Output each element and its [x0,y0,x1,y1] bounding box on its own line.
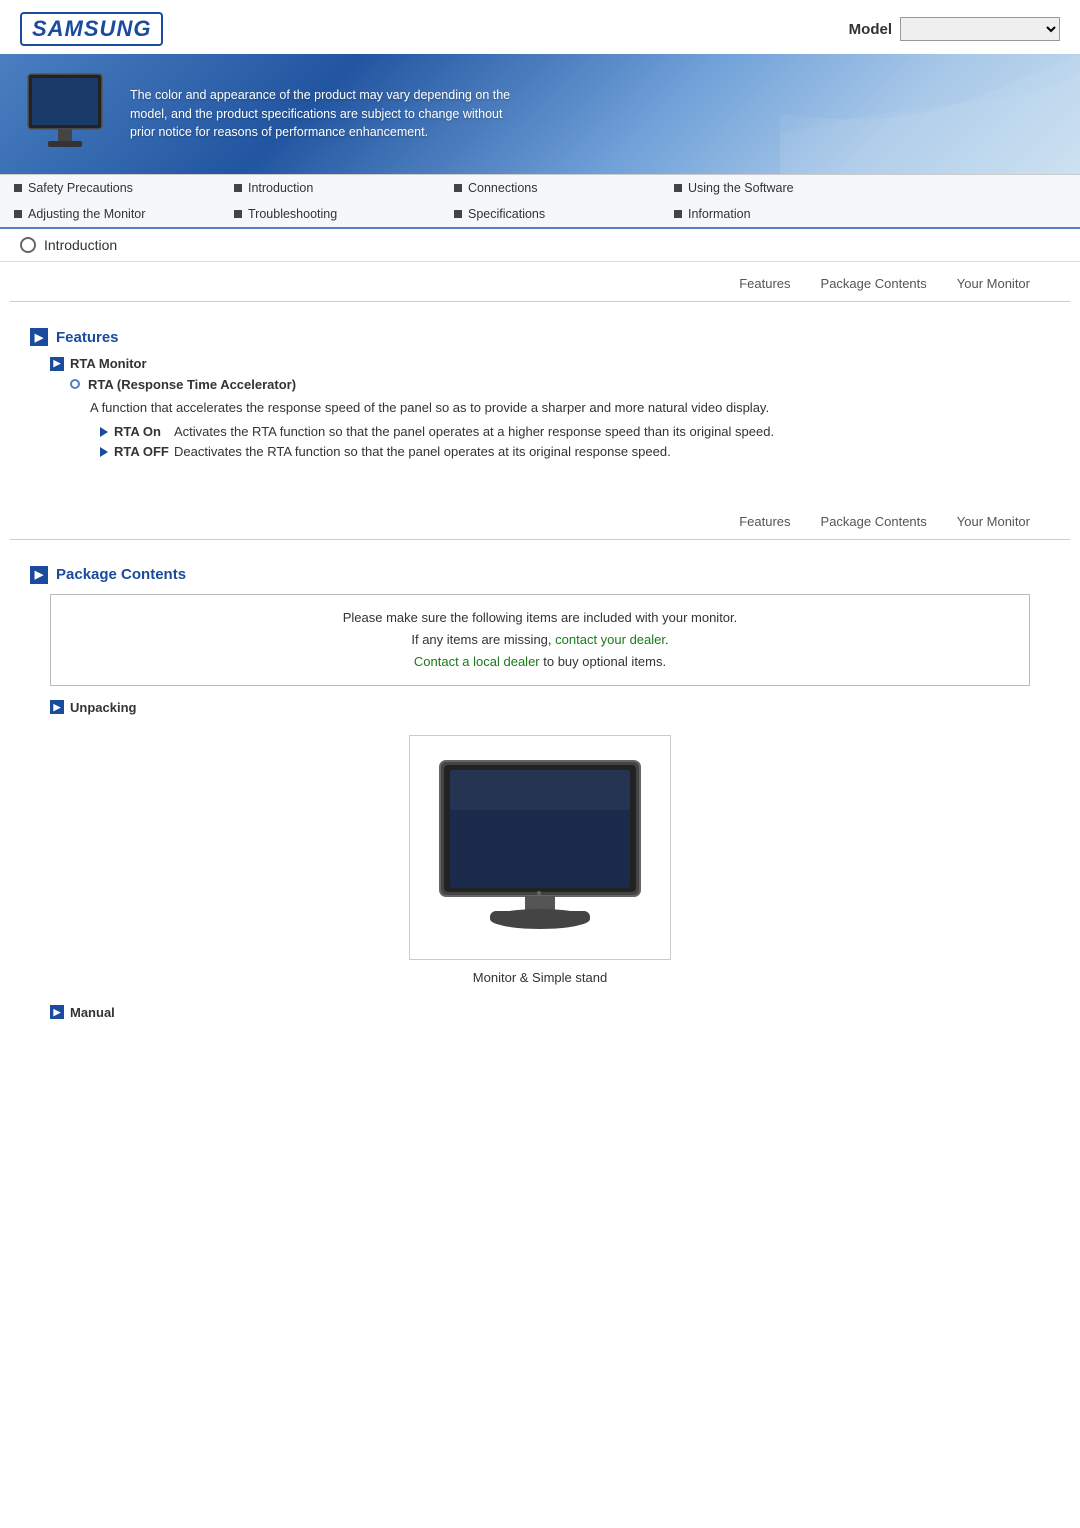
nav-bullet-icon [14,210,22,218]
info-line2-prefix: If any items are missing, [411,632,555,647]
logo-text: SAMSUNG [20,12,163,46]
nav-specifications[interactable]: Specifications [450,205,670,223]
manual-icon: ▶ [50,1005,64,1019]
nav-information-label: Information [688,207,751,221]
banner-text: The color and appearance of the product … [130,86,530,142]
features-section-icon: ▶ [30,328,48,346]
nav-introduction-label: Introduction [248,181,313,195]
nav-introduction[interactable]: Introduction [230,179,450,197]
breadcrumb: Introduction [0,229,1080,262]
rta-on-desc: Activates the RTA function so that the p… [174,424,774,439]
nav-specifications-label: Specifications [468,207,545,221]
breadcrumb-icon [20,237,36,253]
package-contents-content: ▶ Package Contents Please make sure the … [0,540,1080,1036]
rta-bullet-dot [70,379,80,389]
nav-connections-label: Connections [468,181,538,195]
package-contents-link-bottom[interactable]: Package Contents [821,514,927,529]
features-link-bottom[interactable]: Features [739,514,790,529]
rta-off-label: RTA OFF [114,444,174,459]
rta-on-label: RTA On [114,424,174,439]
nav-information[interactable]: Information [670,205,890,223]
package-info-box: Please make sure the following items are… [50,594,1030,686]
pagination-top: Features Package Contents Your Monitor [10,266,1070,302]
nav-bullet-icon [14,184,22,192]
navigation-bar: Safety Precautions Introduction Connecti… [0,174,1080,229]
info-line1: Please make sure the following items are… [71,607,1009,629]
nav-connections[interactable]: Connections [450,179,670,197]
model-select[interactable] [900,17,1060,41]
rta-monitor-heading: ▶ RTA Monitor [50,356,1050,371]
banner-monitor-image [20,69,110,159]
monitor-image-box [409,735,671,960]
nav-bullet-icon [234,184,242,192]
nav-bullet-icon [674,184,682,192]
nav-row-2: Adjusting the Monitor Troubleshooting Sp… [0,201,1080,227]
nav-safety-precautions[interactable]: Safety Precautions [10,179,230,197]
model-label: Model [849,21,892,38]
breadcrumb-text: Introduction [44,237,117,253]
nav-bullet-icon [454,184,462,192]
rta-off-item: RTA OFF Deactivates the RTA function so … [100,444,1050,459]
nav-using-software[interactable]: Using the Software [670,179,890,197]
manual-label: Manual [70,1005,115,1020]
rta-off-desc: Deactivates the RTA function so that the… [174,444,671,459]
nav-bullet-icon [234,210,242,218]
package-title: Package Contents [56,566,186,583]
rta-monitor-icon: ▶ [50,357,64,371]
info-line3: Contact a local dealer to buy optional i… [71,651,1009,673]
rta-on-item: RTA On Activates the RTA function so tha… [100,424,1050,439]
nav-software-label: Using the Software [688,181,794,195]
nav-adjusting-monitor[interactable]: Adjusting the Monitor [10,205,230,223]
pagination-bottom: Features Package Contents Your Monitor [10,504,1070,540]
nav-row-1: Safety Precautions Introduction Connecti… [0,175,1080,201]
info-line2: If any items are missing, contact your d… [71,629,1009,651]
rta-description: A function that accelerates the response… [90,398,1050,418]
info-line3-suffix: to buy optional items. [540,654,666,669]
model-row: Model [849,17,1060,41]
features-section-heading: ▶ Features [30,328,1050,346]
rta-bullet-text: RTA (Response Time Accelerator) [88,377,296,392]
info-line2-suffix: . [665,632,669,647]
product-banner: The color and appearance of the product … [0,54,1080,174]
nav-troubleshooting[interactable]: Troubleshooting [230,205,450,223]
monitor-svg-image [430,756,650,936]
contact-dealer-link[interactable]: contact your dealer [555,632,665,647]
unpacking-icon: ▶ [50,700,64,714]
nav-bullet-icon [674,210,682,218]
samsung-logo: SAMSUNG [20,12,163,46]
page-header: SAMSUNG Model [0,0,1080,46]
monitor-caption: Monitor & Simple stand [473,970,607,985]
your-monitor-link-top[interactable]: Your Monitor [957,276,1030,291]
nav-troubleshooting-label: Troubleshooting [248,207,337,221]
package-section-icon: ▶ [30,566,48,584]
your-monitor-link-bottom[interactable]: Your Monitor [957,514,1030,529]
unpacking-label: Unpacking [70,700,136,715]
arrow-icon [100,447,108,457]
package-contents-link-top[interactable]: Package Contents [821,276,927,291]
nav-safety-label: Safety Precautions [28,181,133,195]
main-content: ▶ Features ▶ RTA Monitor RTA (Response T… [0,302,1080,474]
arrow-icon [100,427,108,437]
manual-heading: ▶ Manual [50,1005,1050,1020]
nav-adjusting-label: Adjusting the Monitor [28,207,145,221]
rta-bullet-item: RTA (Response Time Accelerator) [70,377,1050,392]
rta-monitor-label: RTA Monitor [70,356,147,371]
features-link-top[interactable]: Features [739,276,790,291]
features-title: Features [56,329,119,346]
nav-bullet-icon [454,210,462,218]
banner-wave-decoration [780,54,1080,174]
unpacking-heading: ▶ Unpacking [50,700,1050,715]
package-section-heading: ▶ Package Contents [30,566,1050,584]
local-dealer-link[interactable]: Contact a local dealer [414,654,540,669]
monitor-image-container: Monitor & Simple stand [30,735,1050,985]
